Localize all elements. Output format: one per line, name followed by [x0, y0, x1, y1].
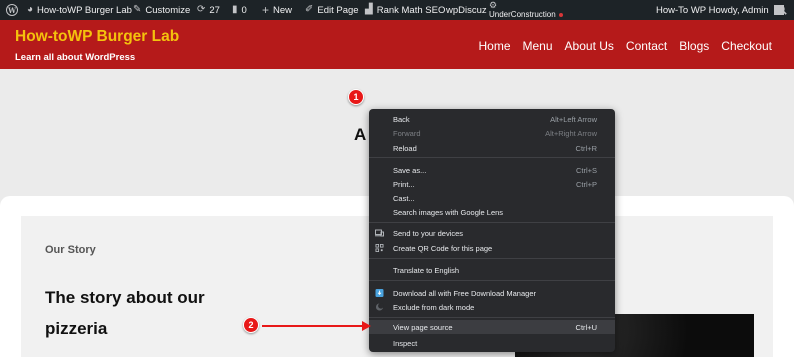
annotation-arrow-head-icon	[362, 321, 371, 331]
ctx-item-back[interactable]: Back Alt+Left Arrow	[369, 112, 615, 126]
ctx-label: Forward	[393, 128, 421, 138]
page-heading: A	[354, 125, 367, 144]
admin-bar-new[interactable]: + New	[262, 0, 292, 20]
site-title[interactable]: How-toWP Burger Lab	[15, 28, 179, 46]
ctx-label: Back	[393, 114, 410, 124]
ctx-label: Search images with Google Lens	[393, 207, 504, 217]
site-header: How-toWP Burger Lab Learn all about Word…	[0, 20, 794, 69]
ctx-label: View page source	[393, 322, 453, 332]
ctx-label: Print...	[393, 179, 415, 189]
under-construction-label: UnderConstruction	[489, 10, 556, 19]
admin-bar-updates[interactable]: ⟳ 27	[197, 0, 220, 20]
dark-mode-icon	[375, 303, 384, 311]
main-navigation: Home Menu About Us Contact Blogs Checkou…	[479, 39, 773, 53]
comment-icon: ▮	[232, 4, 238, 15]
ctx-separator	[369, 157, 615, 158]
nav-blogs[interactable]: Blogs	[679, 39, 709, 53]
rank-math-icon: ▟	[365, 4, 373, 15]
ctx-label: Cast...	[393, 193, 415, 203]
new-label: New	[273, 4, 293, 16]
wpdiscuz-label: wpDiscuz	[446, 4, 487, 16]
ctx-label: Inspect	[393, 338, 418, 348]
admin-bar: W ◕ How-toWP Burger Lab ✎ Customize ⟳ 27…	[0, 0, 794, 20]
howdy-label: How-To WP Howdy, Admin	[656, 4, 769, 16]
updates-icon: ⟳	[197, 4, 206, 15]
ctx-item-reload[interactable]: Reload Ctrl+R	[369, 141, 615, 155]
brush-icon: ✎	[133, 4, 142, 15]
nav-about-us[interactable]: About Us	[565, 39, 614, 53]
admin-bar-customize[interactable]: ✎ Customize	[133, 0, 190, 20]
customize-label: Customize	[145, 4, 191, 16]
comments-count: 0	[241, 4, 247, 16]
admin-bar-edit-page[interactable]: ✐ Edit Page	[305, 0, 359, 20]
pencil-icon: ✐	[305, 4, 314, 15]
nav-home[interactable]: Home	[479, 39, 511, 53]
ctx-item-print[interactable]: Print... Ctrl+P	[369, 177, 615, 191]
ctx-label: Create QR Code for this page	[393, 243, 493, 253]
ctx-label: Save as...	[393, 165, 427, 175]
admin-bar-rank-math[interactable]: ▟ Rank Math SEO	[365, 0, 445, 20]
download-manager-icon	[375, 289, 384, 297]
browser-context-menu: Back Alt+Left Arrow Forward Alt+Right Ar…	[369, 109, 615, 352]
ctx-item-exclude-dark-mode[interactable]: Exclude from dark mode	[369, 300, 615, 314]
ctx-label: Exclude from dark mode	[393, 302, 475, 312]
ctx-item-download-all[interactable]: Download all with Free Download Manager	[369, 286, 615, 300]
story-eyebrow: Our Story	[45, 244, 96, 256]
ctx-label: Send to your devices	[393, 228, 464, 238]
qr-code-icon	[375, 244, 384, 252]
ctx-item-translate[interactable]: Translate to English	[369, 263, 615, 277]
edit-page-label: Edit Page	[317, 4, 359, 16]
admin-bar-account[interactable]: How-To WP Howdy, Admin	[656, 0, 784, 20]
ctx-shortcut: Alt+Left Arrow	[550, 114, 597, 124]
ctx-item-view-page-source[interactable]: View page source Ctrl+U	[369, 320, 615, 334]
ctx-separator	[369, 280, 615, 281]
admin-bar-site-link[interactable]: ◕ How-toWP Burger Lab	[27, 0, 132, 20]
nav-checkout[interactable]: Checkout	[721, 39, 772, 53]
ctx-item-inspect[interactable]: Inspect	[369, 336, 615, 350]
rank-math-label: Rank Math SEO	[376, 4, 446, 16]
ctx-shortcut: Ctrl+U	[575, 322, 597, 332]
story-heading: The story about our pizzeria	[45, 288, 205, 338]
ctx-shortcut: Ctrl+S	[575, 165, 597, 175]
admin-bar-under-construction[interactable]: ⚙ UnderConstruction	[489, 0, 563, 20]
ctx-separator	[369, 317, 615, 318]
ctx-label: Reload	[393, 143, 417, 153]
nav-contact[interactable]: Contact	[626, 39, 667, 53]
step-badge-2: 2	[243, 317, 259, 333]
ctx-item-send-to-devices[interactable]: Send to your devices	[369, 226, 615, 240]
ctx-item-save-as[interactable]: Save as... Ctrl+S	[369, 163, 615, 177]
devices-icon	[375, 229, 384, 237]
ctx-separator	[369, 222, 615, 223]
ctx-item-google-lens[interactable]: Search images with Google Lens	[369, 205, 615, 219]
status-dot-icon	[558, 12, 563, 17]
step-badge-1: 1	[348, 89, 364, 105]
dashboard-icon: ◕	[27, 4, 34, 15]
nav-menu[interactable]: Menu	[523, 39, 553, 53]
admin-bar-comments[interactable]: ▮ 0	[232, 0, 247, 20]
site-tagline: Learn all about WordPress	[15, 52, 136, 63]
ctx-shortcut: Ctrl+P	[575, 179, 597, 189]
admin-bar-search-icon[interactable]	[777, 0, 787, 20]
ctx-item-cast[interactable]: Cast...	[369, 191, 615, 205]
updates-count: 27	[209, 4, 220, 16]
ctx-label: Translate to English	[393, 265, 460, 275]
ctx-label: Download all with Free Download Manager	[393, 288, 536, 298]
ctx-shortcut: Alt+Right Arrow	[545, 128, 597, 138]
site-name-label: How-toWP Burger Lab	[37, 4, 132, 16]
admin-bar-wpdiscuz[interactable]: wpDiscuz	[446, 0, 487, 20]
annotation-arrow	[262, 325, 364, 327]
ctx-item-forward: Forward Alt+Right Arrow	[369, 126, 615, 140]
ctx-separator	[369, 258, 615, 259]
gear-icon: ⚙	[489, 0, 498, 10]
plus-icon: +	[262, 3, 270, 17]
ctx-shortcut: Ctrl+R	[575, 143, 597, 153]
ctx-item-qr-code[interactable]: Create QR Code for this page	[369, 241, 615, 255]
wordpress-logo-icon[interactable]: W	[6, 0, 18, 20]
